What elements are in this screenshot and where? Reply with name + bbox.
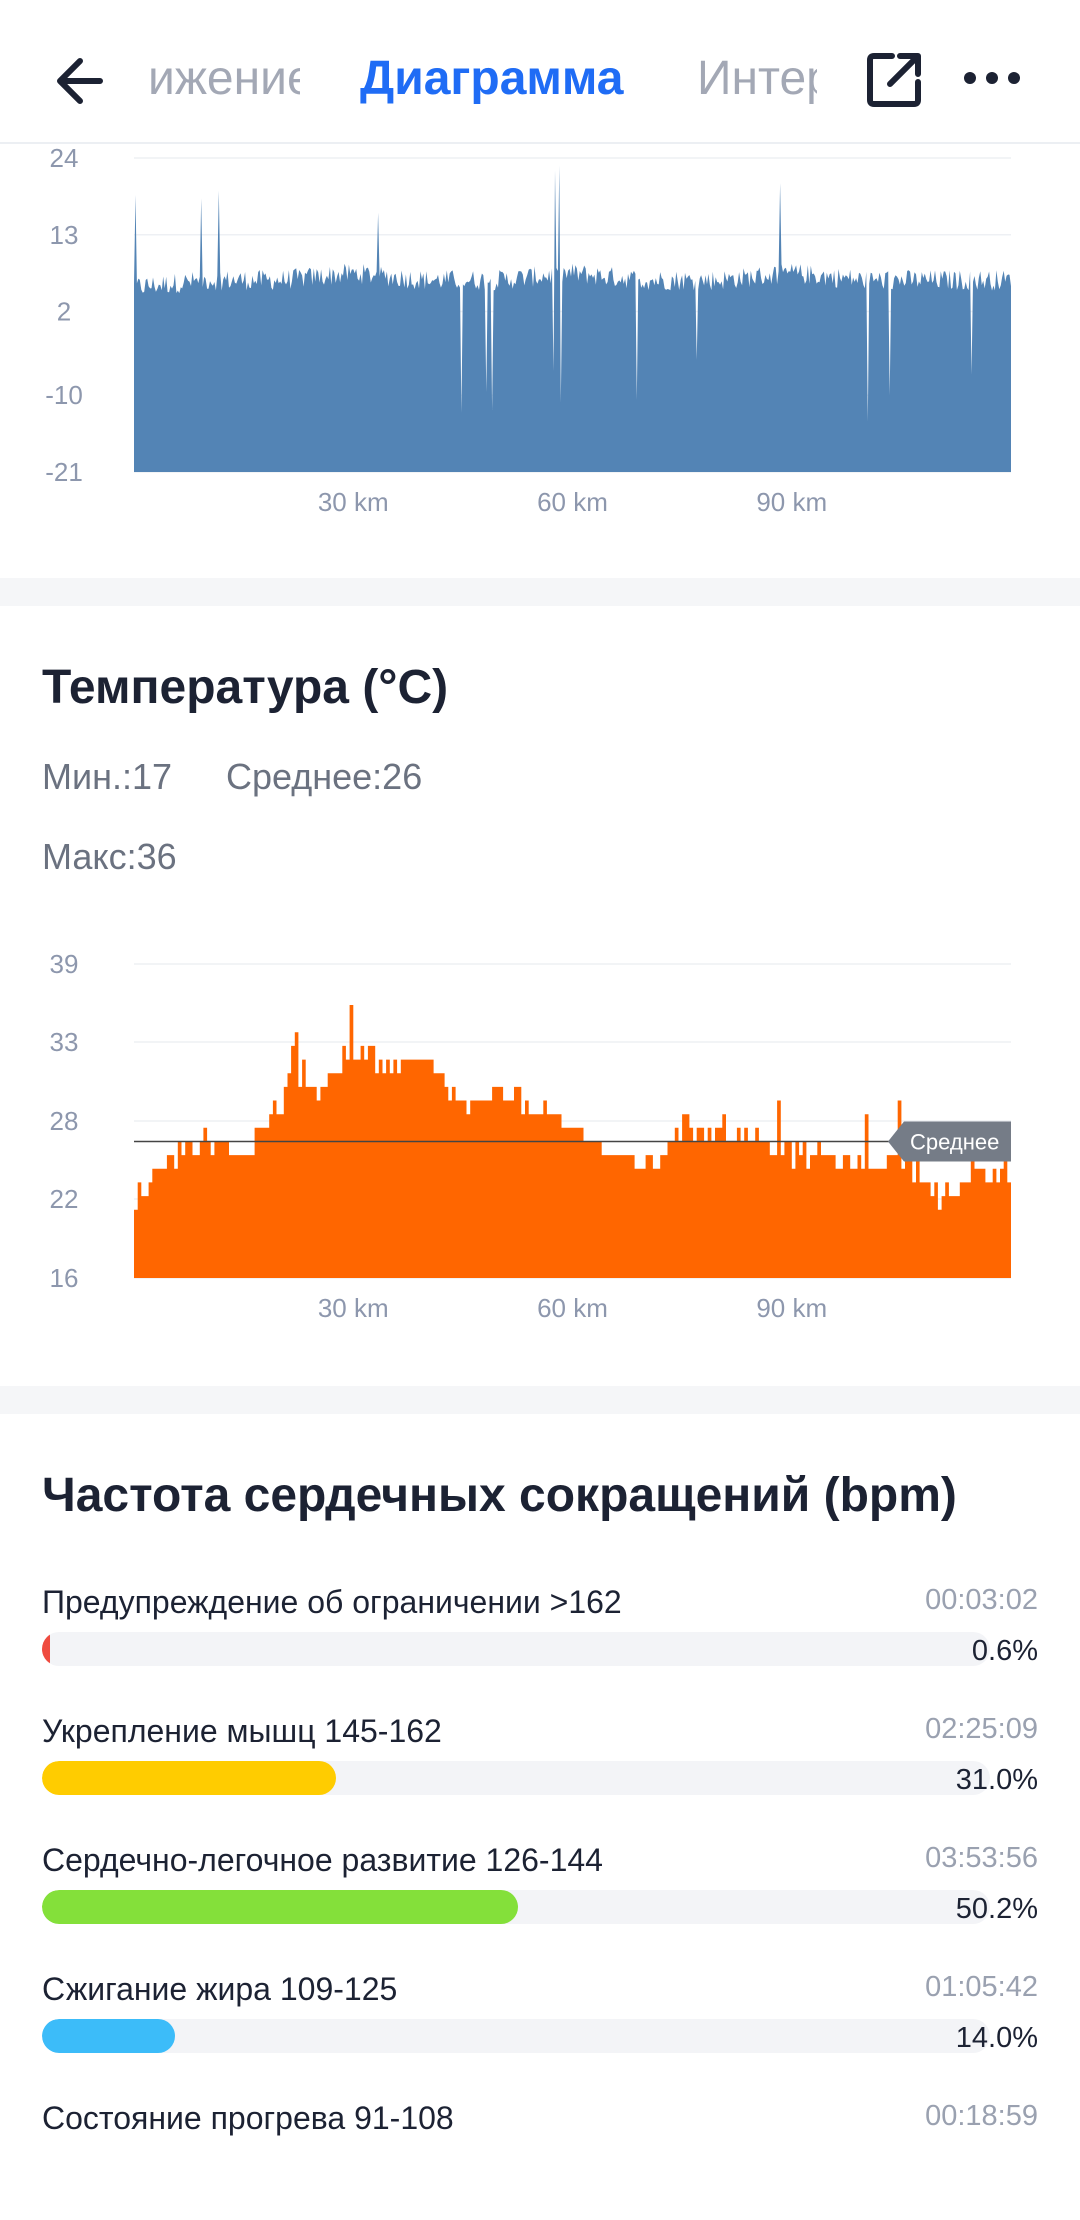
y-tick-label: 24 — [50, 144, 79, 173]
share-icon[interactable] — [866, 50, 924, 108]
zone-progress-track — [42, 1890, 990, 1924]
zone-label: Сжигание жира 109-125 — [42, 1971, 398, 2007]
average-label: Среднее — [910, 1129, 999, 1154]
zone-time: 02:25:09 — [925, 1713, 1038, 1745]
more-icon[interactable] — [962, 58, 1022, 98]
y-tick-label: 2 — [57, 297, 71, 327]
y-tick-label: 13 — [50, 220, 79, 250]
zone-percent: 0.6% — [971, 1635, 1038, 1667]
x-tick-label: 90 km — [756, 487, 827, 517]
elevation-chart: 24 13 2 -10 -21 30 km 60 km 90 km — [45, 144, 1011, 517]
heart-rate-zone: Состояние прогрева 91-108 00:18:59 — [42, 2100, 1038, 2220]
zone-percent: 50.2% — [955, 1893, 1038, 1925]
tab-chart[interactable]: Диаграмма — [360, 44, 623, 114]
temp-min: Мин.:17 — [42, 756, 173, 797]
elevation-area — [134, 165, 1011, 472]
zone-label: Предупреждение об ограничении >162 — [42, 1584, 622, 1620]
y-tick-label: 39 — [50, 949, 79, 979]
heart-rate-zone: Укрепление мышц 145-162 02:25:09 31.0% — [42, 1713, 1038, 1833]
zone-label: Состояние прогрева 91-108 — [42, 2100, 454, 2136]
zone-time: 01:05:42 — [925, 1971, 1038, 2003]
zone-percent: 31.0% — [955, 1764, 1038, 1796]
heart-rate-title: Частота сердечных сокращений (bpm) — [42, 1469, 957, 1522]
zone-progress-track — [42, 1761, 990, 1795]
tab-movement[interactable]: Движение — [150, 44, 300, 114]
heart-rate-zone: Сжигание жира 109-125 01:05:42 14.0% — [42, 1971, 1038, 2091]
tab-intervals[interactable]: Интервалы — [697, 44, 817, 114]
zone-progress-track — [42, 2019, 990, 2053]
zone-progress-fill — [42, 1632, 50, 1666]
x-tick-label: 90 km — [756, 1293, 827, 1323]
zone-time: 00:18:59 — [925, 2100, 1038, 2132]
arrow-left-icon[interactable] — [48, 46, 118, 116]
y-tick-label: -10 — [45, 380, 83, 410]
zone-progress-fill — [42, 1890, 518, 1924]
zone-label: Укрепление мышц 145-162 — [42, 1713, 442, 1749]
x-tick-label: 30 km — [318, 1293, 389, 1323]
temp-avg: Среднее:26 — [226, 756, 423, 797]
section-divider — [0, 578, 1080, 606]
x-tick-label: 60 km — [537, 1293, 608, 1323]
heart-rate-zone: Сердечно-легочное развитие 126-144 03:53:… — [42, 1842, 1038, 1962]
temperature-title: Температура (°C) — [42, 661, 449, 714]
y-tick-label: 16 — [50, 1263, 79, 1293]
heart-rate-zone: Предупреждение об ограничении >162 00:03:… — [42, 1584, 1038, 1704]
top-bar: Движение Диаграмма Интервалы — [0, 0, 1080, 144]
section-divider — [0, 1386, 1080, 1414]
zone-time: 03:53:56 — [925, 1842, 1038, 1874]
zone-progress-fill — [42, 2019, 175, 2053]
zone-label: Сердечно-легочное развитие 126-144 — [42, 1842, 603, 1878]
y-tick-label: 22 — [50, 1184, 79, 1214]
y-tick-label: 28 — [50, 1106, 79, 1136]
average-tag: Среднее — [888, 1121, 1011, 1162]
temperature-chart: Среднее 39 33 28 22 16 30 km 60 km 90 km — [50, 949, 1011, 1323]
zone-time: 00:03:02 — [925, 1584, 1038, 1616]
x-tick-label: 30 km — [318, 487, 389, 517]
y-tick-label: -21 — [45, 457, 83, 487]
y-tick-label: 33 — [50, 1027, 79, 1057]
zone-progress-track — [42, 1632, 990, 1666]
zone-percent: 14.0% — [955, 2022, 1038, 2054]
temp-max: Макс:36 — [42, 836, 177, 877]
x-tick-label: 60 km — [537, 487, 608, 517]
zone-progress-fill — [42, 1761, 336, 1795]
